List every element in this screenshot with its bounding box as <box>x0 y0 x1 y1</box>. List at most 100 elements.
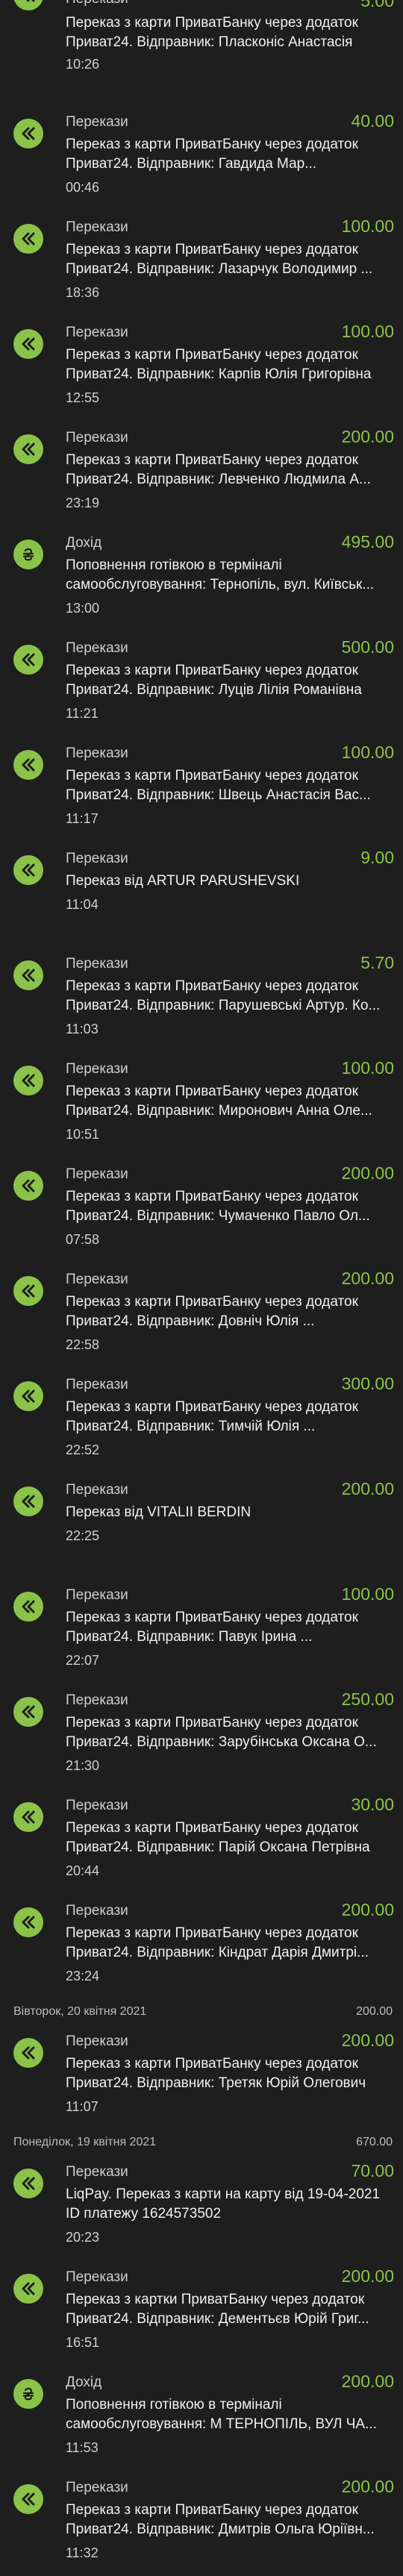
transaction-description: LiqPay. Переказ з карти на карту від 19-… <box>66 2186 381 2222</box>
transaction-category: Перекази <box>66 956 128 972</box>
transaction-row[interactable]: Перекази 9.00 Переказ від ARTUR PARUSHEVSK… <box>0 842 403 947</box>
transaction-amount: 70.00 <box>351 2161 394 2180</box>
transaction-category: Перекази <box>66 2164 128 2180</box>
transaction-row[interactable]: Перекази 200.00 Переказ з карти ПриватБанк… <box>0 1157 403 1263</box>
transaction-row[interactable]: Перекази 40.00 Переказ з карти ПриватБанку… <box>0 105 403 210</box>
double-chevron-left-icon <box>13 119 43 149</box>
transaction-description: Переказ з карти ПриватБанку через додато… <box>66 2502 375 2537</box>
transaction-row[interactable]: Перекази 200.00 Переказ з карти ПриватБанк… <box>0 1263 403 1368</box>
transaction-category: Перекази <box>66 219 128 235</box>
transaction-category: Перекази <box>66 1692 128 1708</box>
transaction-description: Поповнення готівкою в терміналі самообсл… <box>66 557 375 593</box>
double-chevron-left-icon <box>13 1276 43 1306</box>
transaction-category: Перекази <box>66 1482 128 1498</box>
transaction-amount: 40.00 <box>351 111 394 131</box>
transaction-time: 11:03 <box>66 1022 99 1037</box>
transaction-row[interactable]: Перекази 100.00 Переказ з карти ПриватБанк… <box>0 737 403 842</box>
transaction-description: Переказ з карти ПриватБанку через додато… <box>66 1189 370 1224</box>
transaction-description: Переказ з карти ПриватБанку через додато… <box>66 1294 358 1329</box>
separator-date: Понеділок, 19 квітня 2021 <box>13 2136 157 2148</box>
transaction-row[interactable]: Перекази 70.00 LiqPay. Переказ з карти на … <box>0 2155 403 2260</box>
transaction-amount: 200.00 <box>341 1163 394 1183</box>
transaction-row[interactable]: Перекази 5.00Переказ з карти ПриватБанку … <box>0 0 403 105</box>
transaction-amount: 5.00 <box>360 0 394 10</box>
transaction-row[interactable]: Перекази 100.00 Переказ з карти ПриватБанк… <box>0 316 403 421</box>
transaction-row[interactable]: Дохід 495.00 Поповнення готівкою в терміна… <box>0 526 403 631</box>
transaction-amount: 500.00 <box>341 637 394 657</box>
transaction-row[interactable]: Перекази 200.00 Переказ з картки ПриватБан… <box>0 2260 403 2366</box>
transaction-amount: 200.00 <box>341 427 394 446</box>
date-separator: Вівторок, 20 квітня 2021 200.00 <box>0 1999 403 2025</box>
transaction-time: 11:32 <box>66 2545 99 2560</box>
transaction-row[interactable]: Перекази 300.00 Переказ з карти ПриватБанк… <box>0 1368 403 1473</box>
double-chevron-left-icon <box>13 1381 43 1411</box>
transaction-category: Перекази <box>66 0 128 7</box>
separator-total: 670.00 <box>356 2136 393 2148</box>
transaction-amount: 200.00 <box>341 1900 394 1919</box>
double-chevron-left-icon <box>13 1066 43 1095</box>
transaction-time: 22:58 <box>66 1337 100 1352</box>
transaction-category: Перекази <box>66 851 128 866</box>
transaction-category: Перекази <box>66 114 128 130</box>
transaction-category: Перекази <box>66 1061 128 1077</box>
transaction-amount: 9.00 <box>360 848 394 867</box>
transaction-category: Перекази <box>66 745 128 761</box>
transaction-row[interactable]: Перекази 100.00 Переказ з карти ПриватБанк… <box>0 1578 403 1684</box>
transaction-time: 20:44 <box>66 1863 100 1878</box>
transaction-amount: 30.00 <box>351 1795 394 1814</box>
double-chevron-left-icon <box>13 224 43 254</box>
transaction-amount: 5.70 <box>360 953 394 972</box>
transaction-description: Переказ з карти ПриватБанку через додато… <box>66 15 358 50</box>
transaction-time: 10:26 <box>66 57 100 72</box>
transaction-time: 18:36 <box>66 285 100 300</box>
double-chevron-left-icon <box>13 1171 43 1201</box>
transaction-time: 16:51 <box>66 2335 100 2350</box>
transaction-amount: 100.00 <box>341 1584 394 1604</box>
transaction-time: 21:30 <box>66 1758 100 1773</box>
transaction-category: Перекази <box>66 1166 128 1182</box>
transaction-row[interactable]: Перекази 250.00 Переказ з карти ПриватБанк… <box>0 1684 403 1789</box>
transaction-amount: 100.00 <box>341 743 394 762</box>
double-chevron-left-icon <box>13 2484 43 2514</box>
transaction-row[interactable]: Перекази 200.00 Переказ з карти ПриватБанк… <box>0 421 403 526</box>
transaction-row[interactable]: Перекази 500.00 Переказ з карти ПриватБанк… <box>0 631 403 737</box>
transaction-category: Перекази <box>66 430 128 446</box>
transaction-amount: 100.00 <box>341 322 394 341</box>
transaction-category: Перекази <box>66 1587 128 1603</box>
transaction-category: Перекази <box>66 640 128 656</box>
transaction-description: Переказ з карти ПриватБанку через додато… <box>66 452 371 487</box>
transaction-time: 20:23 <box>66 2230 100 2245</box>
transaction-description: Переказ з картки ПриватБанку через додат… <box>66 2292 369 2327</box>
separator-date: Вівторок, 20 квітня 2021 <box>13 2005 147 2018</box>
transaction-amount: 250.00 <box>341 1689 394 1709</box>
transaction-row[interactable]: Перекази 200.00 Переказ з карти ПриватБанк… <box>0 2471 403 2576</box>
transaction-description: Переказ з карти ПриватБанку через додато… <box>66 1399 358 1434</box>
double-chevron-left-icon <box>13 434 43 464</box>
double-chevron-left-icon <box>13 1486 43 1516</box>
transaction-time: 11:17 <box>66 811 99 826</box>
transaction-description: Переказ з карти ПриватБанку через додато… <box>66 242 373 277</box>
date-separator: Понеділок, 19 квітня 2021 670.00 <box>0 2130 403 2155</box>
transaction-row[interactable]: Перекази 100.00 Переказ з карти ПриватБанк… <box>0 1052 403 1157</box>
transaction-row[interactable]: Перекази 200.00 Переказ з карти ПриватБанк… <box>0 2025 403 2130</box>
transaction-amount: 200.00 <box>341 2372 394 2391</box>
transaction-time: 10:51 <box>66 1127 100 1142</box>
double-chevron-left-icon <box>13 750 43 780</box>
transaction-time: 11:04 <box>66 897 99 912</box>
double-chevron-left-icon <box>13 329 43 359</box>
transaction-row[interactable]: Перекази 30.00 Переказ з карти ПриватБанку… <box>0 1789 403 1894</box>
transaction-time: 23:24 <box>66 1969 100 1983</box>
transaction-row[interactable]: Перекази 100.00 Переказ з карти ПриватБанк… <box>0 210 403 316</box>
double-chevron-left-icon <box>13 1697 43 1727</box>
double-chevron-left-icon <box>13 2038 43 2068</box>
double-chevron-left-icon <box>13 1592 43 1622</box>
transaction-row[interactable]: Перекази 200.00 Переказ від VITALII BERDIN… <box>0 1473 403 1578</box>
double-chevron-left-icon <box>13 2169 43 2198</box>
transaction-time: 22:07 <box>66 1653 100 1668</box>
double-chevron-left-icon <box>13 1802 43 1832</box>
transaction-row[interactable]: Перекази 200.00 Переказ з карти ПриватБанк… <box>0 1894 403 1999</box>
transaction-time: 23:19 <box>66 495 100 510</box>
transaction-row[interactable]: Перекази 5.70 Переказ з карти ПриватБанку … <box>0 947 403 1052</box>
transaction-row[interactable]: Дохід 200.00 Поповнення готівкою в терміна… <box>0 2366 403 2471</box>
transaction-description: Переказ від ARTUR PARUSHEVSKI <box>66 873 300 889</box>
